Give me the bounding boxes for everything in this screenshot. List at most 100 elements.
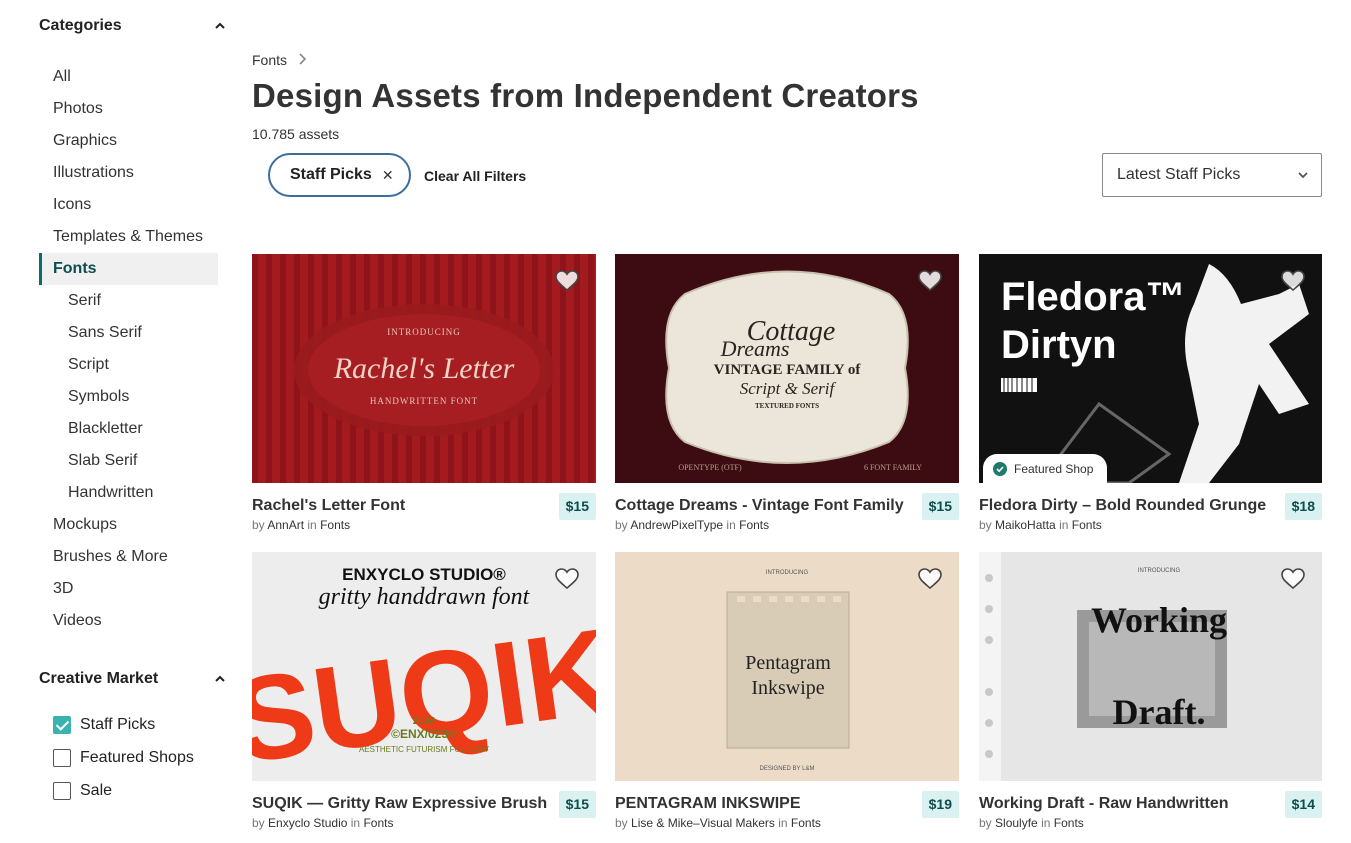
- thumb-text: Working: [1091, 600, 1227, 640]
- sort-select[interactable]: Latest Staff Picks: [1102, 153, 1322, 197]
- sidebar-item-videos[interactable]: Videos: [39, 605, 218, 637]
- category-link[interactable]: Fonts: [363, 816, 393, 830]
- thumb-text: TEXTURED FONTS: [755, 402, 819, 410]
- thumb-text: AESTHETIC FUTURISM FOUNDRY: [359, 745, 490, 754]
- sidebar-item-script[interactable]: Script: [39, 349, 218, 381]
- product-card[interactable]: INTRODUCING Rachel's Letter HANDWRITTEN …: [252, 254, 596, 537]
- thumb-text: Inkswipe: [751, 677, 824, 699]
- checkbox[interactable]: [53, 781, 71, 800]
- clear-all-filters-link[interactable]: Clear All Filters: [424, 168, 526, 184]
- product-thumbnail[interactable]: ENXYCLO STUDIO® gritty handdrawn font SU…: [252, 552, 596, 781]
- product-name[interactable]: SUQIK — Gritty Raw Expressive Brush: [252, 795, 547, 813]
- product-name[interactable]: Cottage Dreams - Vintage Font Family: [615, 497, 904, 515]
- by-label: by: [615, 518, 628, 532]
- author-link[interactable]: AndrewPixelType: [630, 518, 723, 532]
- checkbox-label: Sale: [80, 781, 113, 799]
- sidebar-item-serif[interactable]: Serif: [39, 285, 218, 317]
- author-link[interactable]: MaikoHatta: [995, 518, 1056, 532]
- by-label: by: [615, 816, 628, 830]
- sidebar-item-mockups[interactable]: Mockups: [39, 509, 218, 541]
- by-label: by: [252, 518, 265, 532]
- product-name[interactable]: Working Draft - Raw Handwritten: [979, 795, 1229, 813]
- product-byline: by Lise & Mike–Visual Makers in Fonts: [615, 816, 821, 830]
- category-link[interactable]: Fonts: [320, 518, 350, 532]
- product-name[interactable]: PENTAGRAM INKSWIPE: [615, 795, 800, 813]
- product-card[interactable]: INTRODUCING Pentagram Inkswipe DESIGNED …: [615, 552, 959, 835]
- close-icon[interactable]: ✕: [382, 167, 394, 184]
- featured-shop-badge: Featured Shop: [983, 454, 1108, 483]
- author-link[interactable]: Sloulyfe: [995, 816, 1038, 830]
- sidebar-item-3d[interactable]: 3D: [39, 573, 218, 605]
- thumb-text: 2134: [413, 716, 436, 727]
- thumb-text: OPENTYPE (OTF): [678, 463, 742, 472]
- product-name[interactable]: Rachel's Letter Font: [252, 497, 405, 515]
- product-byline: by AnnArt in Fonts: [252, 518, 350, 532]
- thumb-text: Rachel's Letter: [333, 352, 515, 385]
- sidebar-item-photos[interactable]: Photos: [39, 93, 218, 125]
- product-card[interactable]: Cottage Dreams VINTAGE FAMILY of Script …: [615, 254, 959, 537]
- heart-icon[interactable]: [918, 568, 942, 590]
- product-thumbnail[interactable]: Fledora™ Dirtyn Featured Shop: [979, 254, 1322, 483]
- categories-header[interactable]: Categories: [39, 15, 229, 37]
- sidebar-item-fonts[interactable]: Fonts: [39, 253, 218, 285]
- heart-icon[interactable]: [918, 270, 942, 292]
- filter-featured-shops[interactable]: Featured Shops: [53, 741, 194, 774]
- heart-icon[interactable]: [555, 568, 579, 590]
- product-card[interactable]: INTRODUCING Working Draft. Working Draft…: [979, 552, 1322, 835]
- product-thumbnail[interactable]: Cottage Dreams VINTAGE FAMILY of Script …: [615, 254, 959, 483]
- sidebar-item-blackletter[interactable]: Blackletter: [39, 413, 218, 445]
- sidebar-item-sans-serif[interactable]: Sans Serif: [39, 317, 218, 349]
- chevron-up-icon[interactable]: [215, 21, 225, 31]
- filter-sale[interactable]: Sale: [53, 774, 194, 807]
- thumb-text: INTRODUCING: [1138, 568, 1181, 574]
- in-label: in: [726, 518, 736, 532]
- sidebar-item-slab-serif[interactable]: Slab Serif: [39, 445, 218, 477]
- product-thumbnail[interactable]: INTRODUCING Rachel's Letter HANDWRITTEN …: [252, 254, 596, 483]
- sidebar-item-all[interactable]: All: [39, 61, 218, 93]
- product-thumbnail[interactable]: INTRODUCING Pentagram Inkswipe DESIGNED …: [615, 552, 959, 781]
- sidebar-item-templates-themes[interactable]: Templates & Themes: [39, 221, 218, 253]
- breadcrumb-fonts-link[interactable]: Fonts: [252, 52, 287, 68]
- author-link[interactable]: Enxyclo Studio: [268, 816, 347, 830]
- thumb-text: Draft.: [1113, 692, 1206, 732]
- author-link[interactable]: AnnArt: [267, 518, 304, 532]
- sidebar-item-symbols[interactable]: Symbols: [39, 381, 218, 413]
- filter-staff-picks[interactable]: Staff Picks: [53, 708, 194, 741]
- by-label: by: [979, 816, 992, 830]
- chevron-down-icon: [1298, 172, 1308, 179]
- thumb-text: Dirtyn: [1001, 323, 1117, 367]
- category-link[interactable]: Fonts: [1072, 518, 1102, 532]
- sidebar-item-icons[interactable]: Icons: [39, 189, 218, 221]
- category-link[interactable]: Fonts: [1054, 816, 1084, 830]
- checkbox[interactable]: [53, 748, 71, 767]
- category-list: All Photos Graphics Illustrations Icons Templ…: [39, 61, 229, 637]
- sidebar-item-brushes-more[interactable]: Brushes & More: [39, 541, 218, 573]
- heart-icon[interactable]: [1281, 568, 1305, 590]
- product-byline: by Sloulyfe in Fonts: [979, 816, 1084, 830]
- product-card[interactable]: Fledora™ Dirtyn Featured Shop Fledora Di…: [979, 254, 1322, 537]
- product-name[interactable]: Fledora Dirty – Bold Rounded Grunge: [979, 497, 1266, 515]
- thumb-text: DESIGNED BY L&M: [760, 766, 815, 772]
- sidebar-item-illustrations[interactable]: Illustrations: [39, 157, 218, 189]
- heart-icon[interactable]: [555, 270, 579, 292]
- product-price: $15: [921, 493, 959, 520]
- active-filter-pill[interactable]: Staff Picks ✕: [268, 153, 411, 197]
- author-link[interactable]: Lise & Mike–Visual Makers: [631, 816, 775, 830]
- product-thumbnail[interactable]: INTRODUCING Working Draft.: [979, 552, 1322, 781]
- creative-market-header[interactable]: Creative Market: [39, 668, 229, 690]
- heart-icon[interactable]: [1281, 270, 1305, 292]
- category-link[interactable]: Fonts: [791, 816, 821, 830]
- chevron-right-icon: [299, 52, 307, 68]
- categories-title: Categories: [39, 17, 122, 34]
- product-price: $15: [558, 791, 596, 818]
- thumb-text: Script & Serif: [740, 379, 837, 398]
- creative-market-title: Creative Market: [39, 670, 159, 687]
- sidebar-item-handwritten[interactable]: Handwritten: [39, 477, 218, 509]
- checkbox[interactable]: [53, 715, 71, 734]
- product-card[interactable]: ENXYCLO STUDIO® gritty handdrawn font SU…: [252, 552, 596, 835]
- filter-checkboxes: Staff Picks Featured Shops Sale: [53, 708, 194, 807]
- sidebar-item-graphics[interactable]: Graphics: [39, 125, 218, 157]
- in-label: in: [307, 518, 317, 532]
- category-link[interactable]: Fonts: [739, 518, 769, 532]
- chevron-up-icon[interactable]: [215, 674, 225, 684]
